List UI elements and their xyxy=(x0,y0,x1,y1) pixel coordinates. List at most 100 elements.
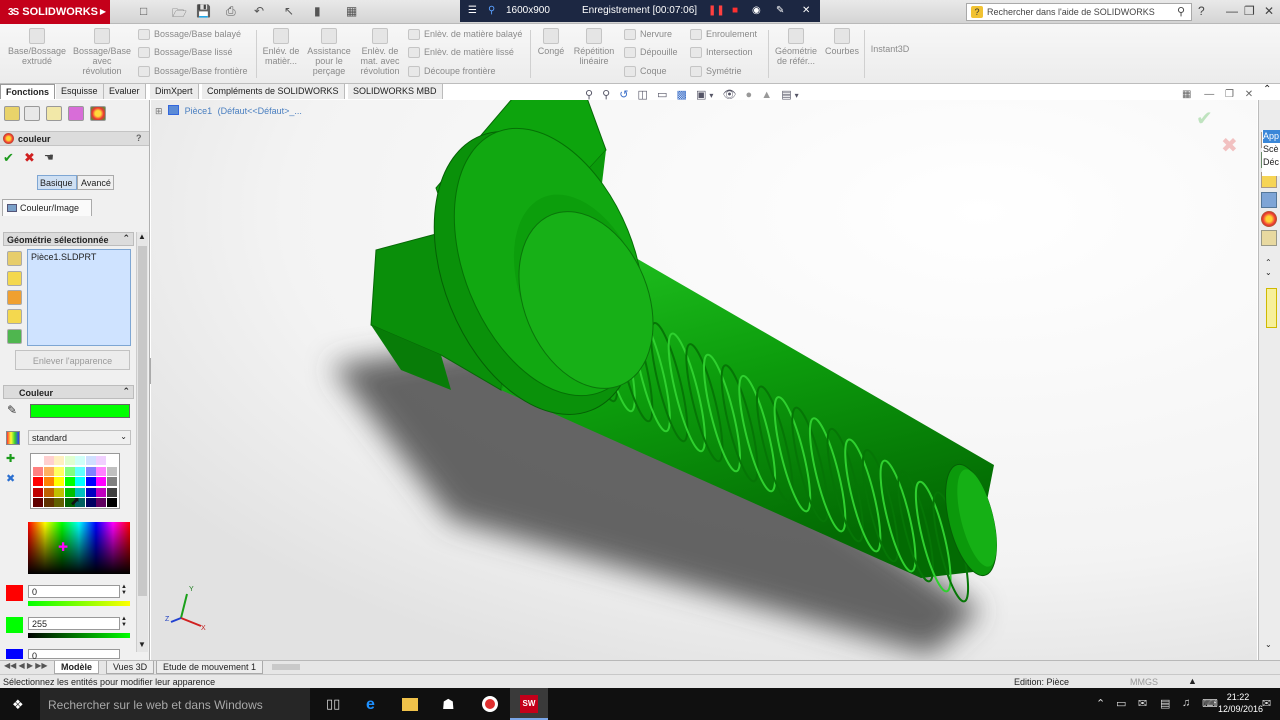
scroll-down-icon[interactable]: ⌄ xyxy=(1265,640,1272,649)
palette-select[interactable]: standard ⌄ xyxy=(28,430,131,445)
expand-icon[interactable]: ⊞ xyxy=(155,106,163,116)
dimxpert-manager-icon[interactable] xyxy=(68,106,84,121)
blue-input[interactable]: 0 xyxy=(28,649,120,661)
extrude-cut-button[interactable]: Enlév. de matièr... xyxy=(262,28,300,66)
taskbar-search[interactable]: Rechercher sur le web et dans Windows xyxy=(40,688,310,720)
select-parts-icon[interactable] xyxy=(7,251,22,266)
reference-geometry-button[interactable]: Géométrie de référ... xyxy=(772,28,820,66)
palette-swatch[interactable] xyxy=(85,466,96,476)
palette-swatch[interactable] xyxy=(85,498,96,507)
palette-swatch[interactable] xyxy=(96,466,106,476)
chevron-down-icon[interactable]: ▾ xyxy=(795,91,799,100)
pen-icon[interactable]: ✎ xyxy=(776,5,784,16)
clock[interactable]: 21:22 12/09/2016 xyxy=(1218,691,1263,715)
palette-swatch[interactable] xyxy=(54,487,64,497)
menu-icon[interactable]: ☰ xyxy=(468,5,477,16)
shell-button[interactable]: Coque xyxy=(624,66,667,78)
red-spin-icon[interactable]: ▲ ▼ xyxy=(121,584,127,596)
green-input[interactable]: 255 xyxy=(28,617,120,630)
lofted-cut-button[interactable]: Enlèv. de matière lissé xyxy=(408,47,514,59)
previous-view-icon[interactable]: ↺ xyxy=(619,89,628,101)
palette-swatch[interactable] xyxy=(106,466,117,476)
select-features-icon[interactable] xyxy=(7,290,22,305)
remove-swatch-icon[interactable]: ✖ xyxy=(6,472,15,485)
add-swatch-icon[interactable]: ✚ xyxy=(6,452,15,465)
tab-addins[interactable]: Compléments de SOLIDWORKS xyxy=(202,84,345,99)
swept-cut-button[interactable]: Enlèv. de matière balayé xyxy=(408,29,522,41)
green-spin-icon[interactable]: ▲ ▼ xyxy=(121,616,127,628)
fillet-button[interactable]: Congé xyxy=(534,28,568,56)
tab-color-image[interactable]: Couleur/Image xyxy=(2,199,92,216)
new-document-icon[interactable]: □ xyxy=(140,4,147,18)
palette-swatch[interactable] xyxy=(75,456,85,465)
loft-boss-button[interactable]: Bossage/Base lissé xyxy=(138,47,233,59)
pm-scrollbar[interactable]: ▲ ▼ xyxy=(136,232,148,652)
select-icon[interactable]: ↖ xyxy=(284,4,294,18)
palette-swatch[interactable] xyxy=(106,477,117,486)
instant3d-button[interactable]: Instant3D xyxy=(868,44,912,54)
feature-tree-icon[interactable] xyxy=(4,106,20,121)
expand-icon[interactable]: ⌄ xyxy=(1265,268,1272,277)
palette-swatch[interactable] xyxy=(43,456,54,465)
part-model-view[interactable]: Y X Z ✔ ✖ xyxy=(151,100,1257,660)
selected-geometry-header[interactable]: Géométrie sélectionnée ⌃ xyxy=(3,232,134,246)
red-input[interactable]: 0 xyxy=(28,585,120,598)
stop-icon[interactable]: ■ xyxy=(732,5,738,16)
palette-swatch[interactable] xyxy=(85,456,96,465)
help-icon[interactable]: ? xyxy=(136,133,142,143)
palette-swatch[interactable] xyxy=(33,466,43,476)
basic-mode-button[interactable]: Basique xyxy=(37,175,77,190)
palette-swatch[interactable] xyxy=(43,498,54,507)
property-manager-icon[interactable] xyxy=(24,106,40,121)
palette-swatch[interactable] xyxy=(106,456,117,465)
scroll-up-icon[interactable]: ▲ xyxy=(138,232,146,241)
tray-chevron-icon[interactable]: ⌃ xyxy=(1096,697,1105,710)
remove-appearance-button[interactable]: Enlever l'apparence xyxy=(15,350,130,370)
pin-icon[interactable]: ⚲ xyxy=(488,5,495,16)
revolve-boss-button[interactable]: Bossage/Base avec révolution xyxy=(72,28,132,76)
status-options-icon[interactable]: ▲ xyxy=(1188,676,1197,686)
zoom-area-icon[interactable]: ⚲ xyxy=(602,89,610,101)
tab-appearances[interactable]: App xyxy=(1263,130,1280,143)
boundary-boss-button[interactable]: Bossage/Base frontière xyxy=(138,66,248,78)
boundary-cut-button[interactable]: Découpe frontière xyxy=(408,66,496,78)
scroll-down-icon[interactable]: ▼ xyxy=(138,640,146,649)
current-color-swatch[interactable] xyxy=(30,404,130,418)
undo-icon[interactable]: ↶ xyxy=(254,4,264,18)
restore-doc-icon[interactable]: ❐ xyxy=(1225,89,1234,100)
solidworks-logo[interactable]: 3S SOLIDWORKS ▶ xyxy=(0,0,110,24)
color-section-header[interactable]: Couleur ⌃ xyxy=(3,385,134,399)
pushpin-icon[interactable]: ☚ xyxy=(44,151,54,164)
palette-swatch[interactable] xyxy=(64,466,75,476)
edge-browser-icon[interactable]: e xyxy=(366,696,382,713)
cancel-icon[interactable]: ✖ xyxy=(24,150,35,166)
store-icon[interactable]: ☗ xyxy=(442,696,458,712)
tab-sketch[interactable]: Esquisse xyxy=(56,84,104,99)
wrap-button[interactable]: Enroulement xyxy=(690,29,757,41)
palette-swatch[interactable] xyxy=(96,456,106,465)
search-icon[interactable]: ⚲ xyxy=(1177,5,1185,18)
tab-3d-views[interactable]: Vues 3D xyxy=(106,661,155,674)
swept-boss-button[interactable]: Bossage/Base balayé xyxy=(138,29,241,41)
zoom-to-fit-icon[interactable]: ⚲ xyxy=(585,89,593,101)
palette-swatch[interactable] xyxy=(54,498,64,507)
view-settings-icon[interactable]: ▤ xyxy=(781,89,791,101)
palette-swatch[interactable] xyxy=(96,477,106,486)
mirror-button[interactable]: Symétrie xyxy=(690,66,742,78)
filter-icon[interactable] xyxy=(7,329,22,344)
feature-tree-flyout[interactable]: ⊞ Pièce1 (Défaut<<Défaut>_... xyxy=(155,105,302,117)
part-name[interactable]: Pièce1 xyxy=(185,106,213,116)
open-icon[interactable]: 🗁 xyxy=(172,4,187,25)
menu-arrow-icon[interactable]: ▶ xyxy=(100,7,106,16)
volume-icon[interactable]: ♫ xyxy=(1182,697,1190,709)
appearances-icon[interactable] xyxy=(1261,211,1277,227)
file-explorer-icon[interactable] xyxy=(402,698,418,711)
section-view-icon[interactable]: ◫ xyxy=(638,89,648,101)
collapse-icon[interactable]: ⌃ xyxy=(1265,258,1272,267)
palette-swatch[interactable] xyxy=(33,498,43,507)
rib-button[interactable]: Nervure xyxy=(624,29,672,41)
scroll-thumb[interactable] xyxy=(138,246,147,596)
linear-pattern-button[interactable]: Répétition linéaire xyxy=(570,28,618,66)
tab-scenes[interactable]: Scè xyxy=(1263,143,1280,156)
eyedropper-icon[interactable]: ✎ xyxy=(7,403,17,417)
